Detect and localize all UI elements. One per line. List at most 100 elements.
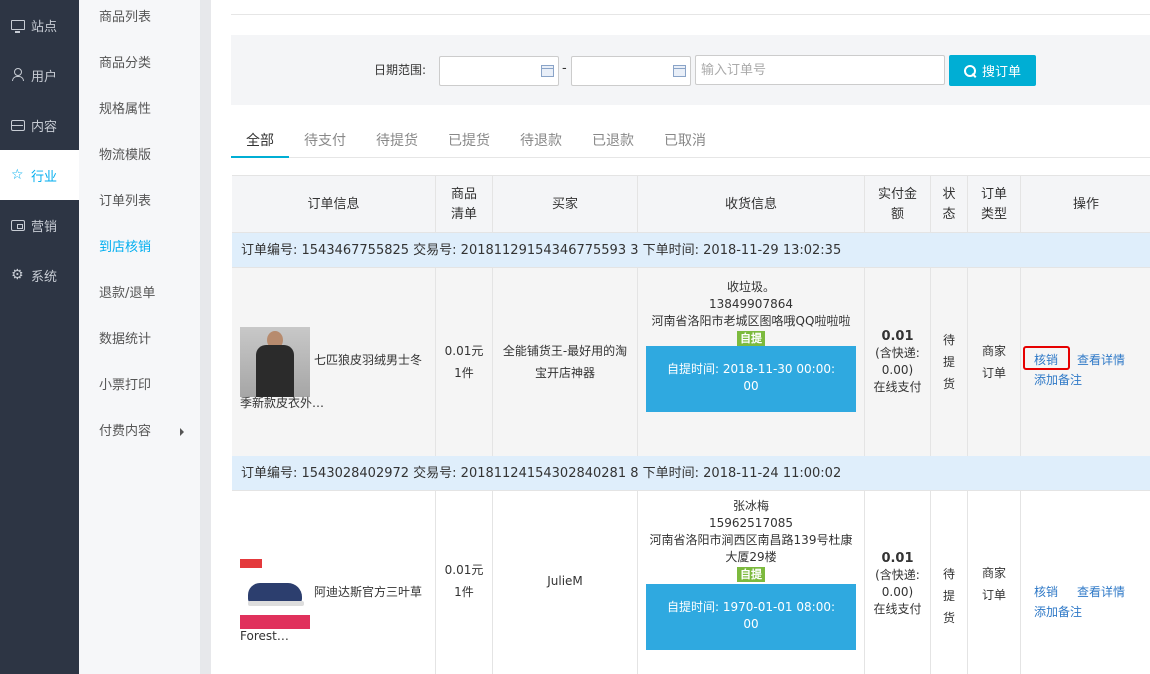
- gear-icon: ⚙: [11, 267, 24, 283]
- recipient-phone: 15962517085: [709, 516, 793, 530]
- col-paid-amount: 实付金额: [865, 176, 931, 233]
- add-note-link[interactable]: 添加备注: [1034, 371, 1082, 388]
- nav-label: 用户: [31, 69, 58, 85]
- submenu-item-paid-content[interactable]: 付费内容: [99, 422, 189, 442]
- nav-label: 站点: [31, 19, 58, 35]
- recipient-address: 河南省洛阳市老城区图咯哦QQ啦啦啦: [651, 314, 851, 328]
- payment-method: 在线支付: [873, 601, 922, 616]
- submenu-item-store-verify[interactable]: 到店核销: [99, 238, 151, 258]
- tab-all[interactable]: 全部: [246, 130, 274, 150]
- start-date-input[interactable]: [439, 56, 559, 86]
- tab-pending-refund[interactable]: 待退款: [520, 130, 562, 150]
- pickup-time-box: 自提时间: 2018-11-30 00:00: 00: [646, 346, 856, 412]
- goods-price: 0.01元: [444, 563, 484, 577]
- goods-qty: 1件: [454, 366, 474, 380]
- order-number-input[interactable]: [695, 55, 945, 85]
- product-name-line2[interactable]: Forest…: [240, 626, 289, 646]
- product-thumbnail[interactable]: [240, 327, 310, 397]
- pickup-time-box: 自提时间: 1970-01-01 08:00: 00: [646, 584, 856, 650]
- goods-cell: 0.01元 1件: [436, 491, 493, 674]
- add-note-link[interactable]: 添加备注: [1034, 603, 1082, 620]
- verify-button[interactable]: 核销: [1034, 351, 1058, 368]
- view-detail-link[interactable]: 查看详情: [1077, 583, 1125, 600]
- tab-refunded[interactable]: 已退款: [592, 130, 634, 150]
- paid-amount-cell: 0.01 (含快递: 0.00) 在线支付: [865, 268, 931, 456]
- nav-item-content[interactable]: 内容: [0, 100, 79, 150]
- submenu-item-goods-list[interactable]: 商品列表: [99, 8, 151, 28]
- table-header: 订单信息 商品 清单 买家 收货信息 实付金额 状态 订单 类型 操作: [232, 175, 1150, 233]
- nav-item-marketing[interactable]: 营销: [0, 200, 79, 250]
- secondary-menu: 商品列表 商品分类 规格属性 物流模版 订单列表 到店核销 退款/退单 数据统计…: [79, 0, 201, 674]
- calendar-icon[interactable]: [673, 65, 686, 77]
- star-icon: ☆: [11, 167, 24, 183]
- product-name-line1[interactable]: 七匹狼皮羽绒男士冬: [314, 350, 422, 370]
- buyer-name: 全能铺货王-最好用的淘: [502, 344, 628, 358]
- submenu-item-logistics-template[interactable]: 物流模版: [99, 146, 151, 166]
- verify-button[interactable]: 核销: [1034, 583, 1058, 600]
- product-thumbnail[interactable]: [240, 559, 310, 629]
- wallet-icon: [11, 219, 25, 231]
- col-operations: 操作: [1072, 196, 1099, 212]
- paid-amount: 0.01: [881, 550, 914, 566]
- buyer-cell: 全能铺货王-最好用的淘 宝开店神器: [493, 268, 638, 456]
- table-row: 阿迪达斯官方三叶草 Forest… 0.01元 1件 JulieM 张冰梅 15…: [232, 491, 1150, 674]
- col-buyer: 买家: [493, 176, 638, 233]
- submenu-item-statistics[interactable]: 数据统计: [99, 330, 151, 350]
- goods-price: 0.01元: [444, 344, 484, 358]
- order-header: 订单编号: 1543028402972 交易号: 201811241543028…: [232, 456, 1150, 491]
- shipping-fee-note: (含快递:: [875, 567, 920, 582]
- recipient-block: 张冰梅 15962517085 河南省洛阳市涧西区南昌路139号杜康 大厦29楼…: [638, 498, 864, 583]
- filter-panel: 日期范围: - 搜订单: [231, 35, 1150, 105]
- submenu-item-spec-attributes[interactable]: 规格属性: [99, 100, 151, 120]
- submenu-item-order-list[interactable]: 订单列表: [99, 192, 151, 212]
- col-order-type: 订单 类型: [968, 176, 1021, 233]
- product-name-line1[interactable]: 阿迪达斯官方三叶草: [314, 582, 422, 602]
- tab-pending-payment[interactable]: 待支付: [304, 130, 346, 150]
- pickup-time: 自提时间: 2018-11-30 00:00:: [666, 362, 836, 376]
- view-detail-link[interactable]: 查看详情: [1077, 351, 1125, 368]
- payment-method: 在线支付: [873, 380, 922, 394]
- order-type-cell: 商家 订单: [968, 491, 1021, 674]
- submenu-label: 付费内容: [99, 424, 152, 439]
- search-icon: [963, 64, 976, 77]
- order-info-cell: 阿迪达斯官方三叶草 Forest…: [232, 491, 436, 674]
- shipping-cell: 收垃圾。 13849907864 河南省洛阳市老城区图咯哦QQ啦啦啦 自提 自提…: [638, 268, 865, 456]
- pickup-time-cont: 00: [743, 617, 759, 631]
- buyer-name: JulieM: [547, 574, 583, 588]
- tab-pending-pickup[interactable]: 待提货: [376, 130, 418, 150]
- user-icon: [11, 68, 25, 82]
- paid-amount-cell: 0.01 (含快递: 0.00) 在线支付: [865, 491, 931, 674]
- nav-label: 行业: [31, 169, 58, 185]
- nav-item-user[interactable]: 用户: [0, 50, 79, 100]
- operations-cell: 核销 查看详情 添加备注: [1021, 268, 1150, 456]
- recipient-name: 张冰梅: [732, 499, 769, 513]
- monitor-icon: [11, 20, 25, 33]
- nav-item-system[interactable]: ⚙ 系统: [0, 250, 79, 300]
- nav-item-industry[interactable]: ☆ 行业: [0, 150, 79, 200]
- submenu-item-refund[interactable]: 退款/退单: [99, 284, 155, 304]
- calendar-icon[interactable]: [541, 65, 554, 77]
- buyer-name-cont: 宝开店神器: [534, 366, 595, 380]
- pickup-time-cont: 00: [743, 379, 759, 393]
- end-date-input[interactable]: [571, 56, 691, 86]
- table-row: 七匹狼皮羽绒男士冬 季新款皮衣外… 0.01元 1件 全能铺货王-最好用的淘 宝…: [232, 268, 1150, 456]
- tab-picked-up[interactable]: 已提货: [448, 130, 490, 150]
- selfpick-badge: 自提: [737, 331, 765, 346]
- submenu-item-goods-category[interactable]: 商品分类: [99, 54, 151, 74]
- tab-cancelled[interactable]: 已取消: [664, 130, 706, 150]
- shipping-cell: 张冰梅 15962517085 河南省洛阳市涧西区南昌路139号杜康 大厦29楼…: [638, 491, 865, 674]
- app-root: 站点 用户 内容 ☆ 行业 营销 ⚙ 系统 商品列表 商品分类 规格属性 物流模…: [0, 0, 1150, 674]
- nav-label: 系统: [31, 269, 58, 285]
- product-name-line2[interactable]: 季新款皮衣外…: [240, 393, 324, 413]
- date-range-label: 日期范围:: [374, 63, 427, 77]
- shipping-fee-value: 0.00): [881, 363, 914, 377]
- shipping-fee-value: 0.00): [881, 584, 914, 599]
- submenu-item-receipt-print[interactable]: 小票打印: [99, 376, 151, 396]
- nav-item-site[interactable]: 站点: [0, 0, 79, 50]
- recipient-block: 收垃圾。 13849907864 河南省洛阳市老城区图咯哦QQ啦啦啦 自提: [638, 279, 864, 347]
- shipping-fee-note: (含快递:: [875, 346, 920, 360]
- nav-label: 内容: [31, 119, 58, 135]
- recipient-phone: 13849907864: [709, 297, 793, 311]
- search-order-button[interactable]: 搜订单: [949, 55, 1036, 86]
- paid-amount: 0.01: [881, 329, 914, 344]
